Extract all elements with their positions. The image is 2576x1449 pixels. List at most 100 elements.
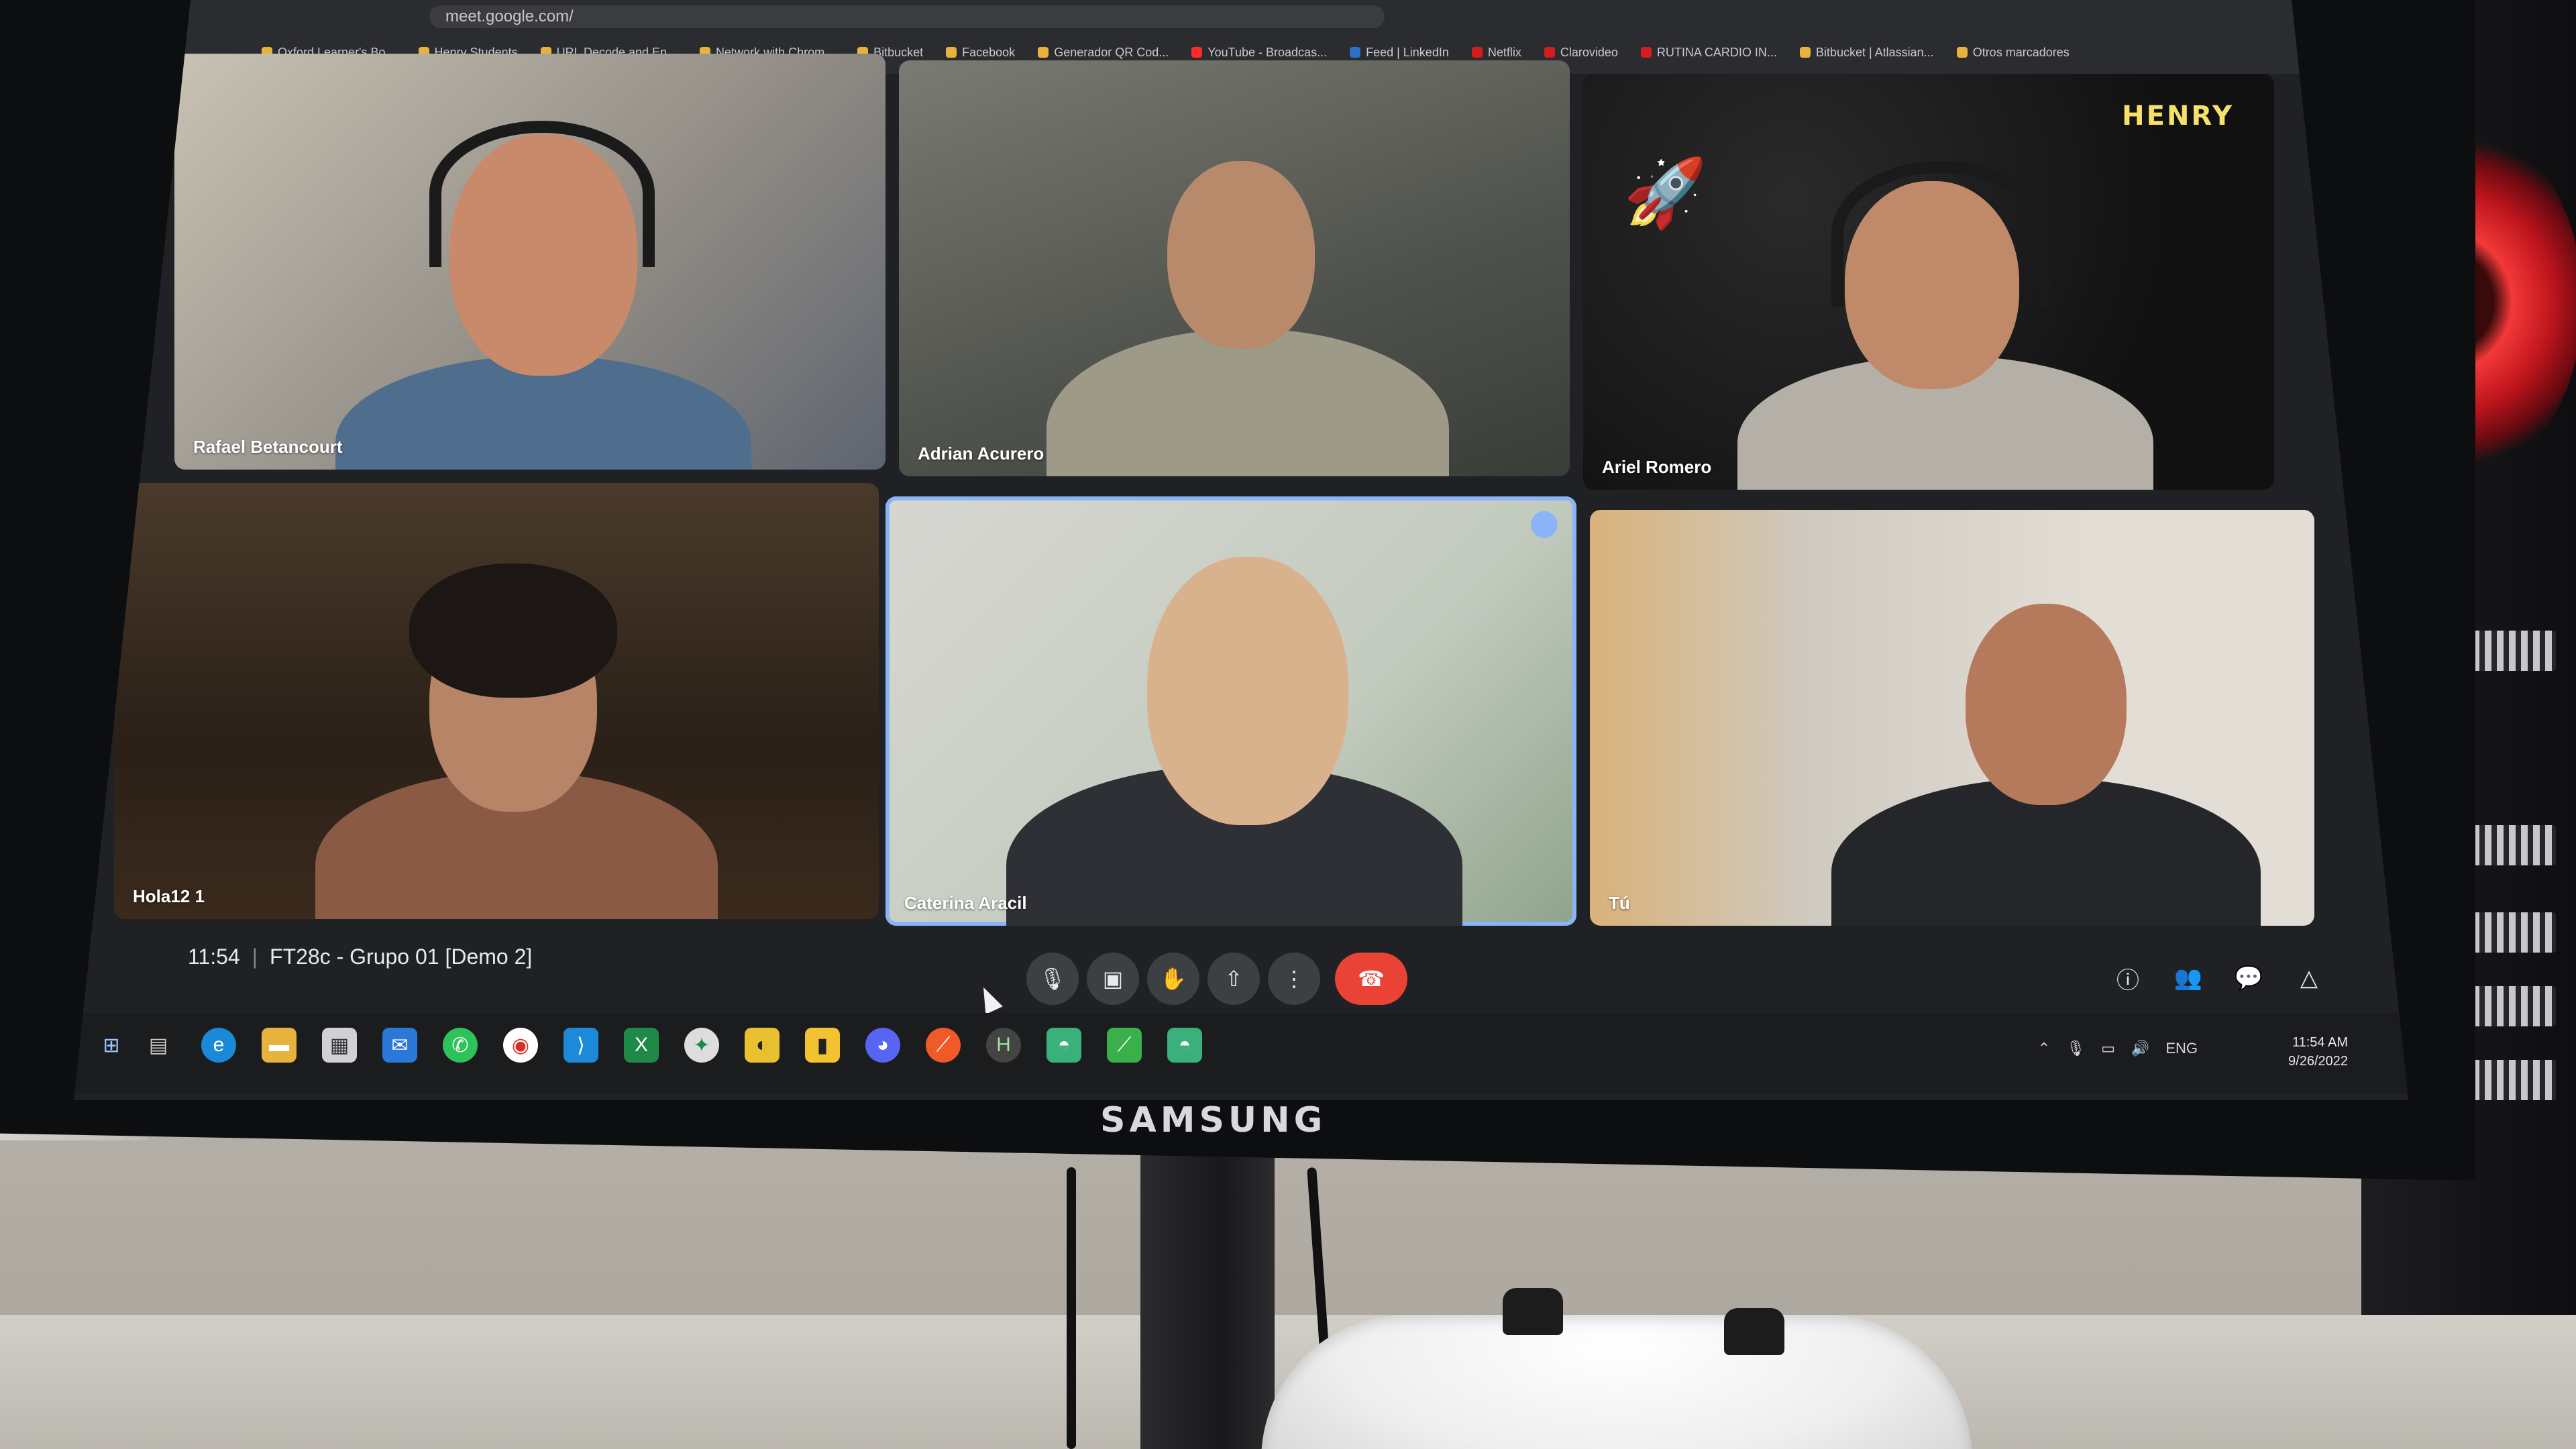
headphones (1831, 161, 2050, 307)
tray-clock[interactable]: 11:54 AM 9/26/2022 (2288, 1033, 2348, 1071)
participant-video (1167, 161, 1315, 349)
app-icon[interactable]: ◓ (1167, 1028, 1202, 1063)
bookmark-item[interactable]: Feed | LinkedIn (1350, 46, 1449, 60)
headphones (429, 121, 655, 267)
mail-icon[interactable]: ✉ (382, 1028, 417, 1063)
raise-hand-icon[interactable]: ✋ (1147, 953, 1199, 1005)
bookmark-label: Feed | LinkedIn (1366, 45, 1449, 59)
netflix-icon (1471, 47, 1483, 58)
divider: | (252, 945, 258, 969)
participant-name: Hola12 1 (133, 886, 205, 906)
app-icon[interactable]: H (986, 1028, 1021, 1063)
meeting-details: 11:54 | FT28c - Grupo 01 [Demo 2] (188, 945, 532, 969)
windows-start-icon[interactable]: ⊞ (94, 1028, 129, 1063)
controller-trigger (1724, 1308, 1784, 1355)
youtube-icon (1191, 47, 1203, 58)
bookmark-icon (946, 47, 957, 58)
participant-video (1147, 557, 1348, 825)
bookmark-item[interactable]: Netflix (1471, 45, 1521, 60)
whatsapp-icon[interactable]: ✆ (443, 1028, 478, 1063)
bookmark-label: Facebook (962, 45, 1016, 59)
bookmark-item[interactable]: Otros marcadores (1956, 45, 2070, 60)
volume-icon[interactable]: 🔊 (2131, 1040, 2149, 1057)
bookmark-label: YouTube - Broadcas... (1208, 45, 1328, 59)
bookmark-label: Otros marcadores (1972, 45, 2070, 59)
speaking-indicator-icon (1531, 511, 1558, 538)
participant-name: Tú (1609, 893, 1630, 913)
participant-video (1966, 604, 2127, 805)
bookmark-label: RUTINA CARDIO IN... (1656, 45, 1777, 59)
vscode-icon[interactable]: ⟩ (564, 1028, 598, 1063)
file-explorer-icon[interactable]: ▬ (262, 1028, 297, 1063)
tray-time: 11:54 AM (2292, 1035, 2348, 1050)
tray-date: 9/26/2022 (2288, 1054, 2348, 1069)
chat-icon[interactable]: 💬 (2227, 957, 2270, 1000)
participant-name: Ariel Romero (1602, 457, 1712, 477)
app-icon[interactable]: ◓ (1046, 1028, 1081, 1063)
bookmark-label: Bitbucket | Atlassian... (1815, 45, 1934, 59)
participant-tile-self[interactable]: Tú (1590, 510, 2314, 926)
bookmark-icon (1640, 47, 1652, 58)
participant-tile[interactable]: Adrian Acurero (899, 60, 1570, 476)
meeting-title: FT28c - Grupo 01 [Demo 2] (270, 945, 533, 969)
app-icon[interactable]: ⟋ (1107, 1028, 1142, 1063)
bookmark-label: Netflix (1487, 45, 1521, 59)
camera-icon[interactable]: ▣ (1087, 953, 1139, 1005)
bookmark-item[interactable]: Generador QR Cod... (1038, 46, 1169, 60)
language-indicator[interactable]: ENG (2165, 1040, 2198, 1057)
game-controller (1261, 1288, 1972, 1449)
monitor-stand (1140, 1154, 1275, 1449)
folder-icon (1956, 47, 1968, 58)
app-icon[interactable]: ▮ (805, 1028, 840, 1063)
participant-name: Rafael Betancourt (193, 437, 343, 457)
henry-logo: HENRY (2122, 101, 2234, 131)
participant-tile[interactable]: HENRY 🚀 Ariel Romero (1583, 74, 2274, 490)
activities-icon[interactable]: △ (2288, 957, 2330, 1000)
excel-icon[interactable]: X (624, 1028, 659, 1063)
participant-tile[interactable]: Rafael Betancourt (174, 54, 885, 470)
store-icon[interactable]: ▦ (322, 1028, 357, 1063)
participant-video (1046, 329, 1449, 476)
bookmark-item[interactable]: YouTube - Broadcas... (1191, 46, 1327, 60)
meeting-clock: 11:54 (188, 945, 240, 969)
end-call-icon[interactable]: ☎ (1335, 953, 1407, 1005)
linkedin-icon (1350, 47, 1361, 58)
app-icon[interactable]: ◐ (745, 1028, 780, 1063)
bookmark-label: Clarovideo (1560, 45, 1618, 59)
photo-scene: meet.google.com/ Oxford Learner's Bo... … (0, 0, 2576, 1449)
app-icon[interactable]: ⟋ (926, 1028, 961, 1063)
bookmark-icon (1544, 47, 1555, 58)
participant-tile-speaking[interactable]: Caterina Aracil (885, 496, 1576, 926)
bookmark-icon (1038, 47, 1049, 58)
bookmark-item[interactable]: Facebook (946, 46, 1015, 60)
windows-taskbar: ⊞ ▤ e ▬ ▦ ✉ ✆ ◉ ⟩ X ✦ ◐ ▮ ◕ ⟋ H ◓ ⟋ ◓ ⌃ … (74, 1013, 2408, 1093)
mic-tray-icon[interactable]: 🎙 (2066, 1040, 2085, 1057)
app-icon[interactable]: ✦ (684, 1028, 719, 1063)
monitor-screen: meet.google.com/ Oxford Learner's Bo... … (74, 0, 2408, 1100)
present-icon[interactable]: ⇧ (1208, 953, 1260, 1005)
bookmark-item[interactable]: RUTINA CARDIO IN... (1640, 45, 1777, 60)
bookmark-item[interactable]: Bitbucket | Atlassian... (1799, 45, 1934, 60)
network-icon[interactable]: ▭ (2101, 1040, 2115, 1057)
bookmark-icon (1799, 47, 1811, 58)
mic-icon[interactable]: 🎙 (1026, 953, 1079, 1005)
samsung-logo: SAMSUNG (1100, 1100, 1327, 1140)
discord-icon[interactable]: ◕ (865, 1028, 900, 1063)
controller-trigger (1503, 1288, 1563, 1335)
address-bar[interactable]: meet.google.com/ (429, 5, 1385, 28)
system-tray: ⌃ 🎙 ▭ 🔊 ENG (2038, 1040, 2308, 1057)
task-view-icon[interactable]: ▤ (141, 1028, 176, 1063)
bookmark-item[interactable]: Clarovideo (1544, 46, 1618, 60)
cable (1067, 1167, 1076, 1449)
people-icon[interactable]: 👥 (2167, 957, 2210, 1000)
chrome-icon[interactable]: ◉ (503, 1028, 538, 1063)
chevron-up-icon[interactable]: ⌃ (2038, 1040, 2050, 1057)
monitor: meet.google.com/ Oxford Learner's Bo... … (0, 0, 2475, 1181)
participant-name: Adrian Acurero (918, 443, 1044, 464)
participant-tile[interactable]: Hola12 1 (114, 483, 879, 919)
edge-icon[interactable]: e (201, 1028, 236, 1063)
rocket-icon: 🚀 (1623, 156, 1707, 231)
participant-name: Caterina Aracil (904, 893, 1027, 913)
more-icon[interactable]: ⋮ (1268, 953, 1320, 1005)
info-icon[interactable]: ⓘ (2106, 957, 2149, 1000)
